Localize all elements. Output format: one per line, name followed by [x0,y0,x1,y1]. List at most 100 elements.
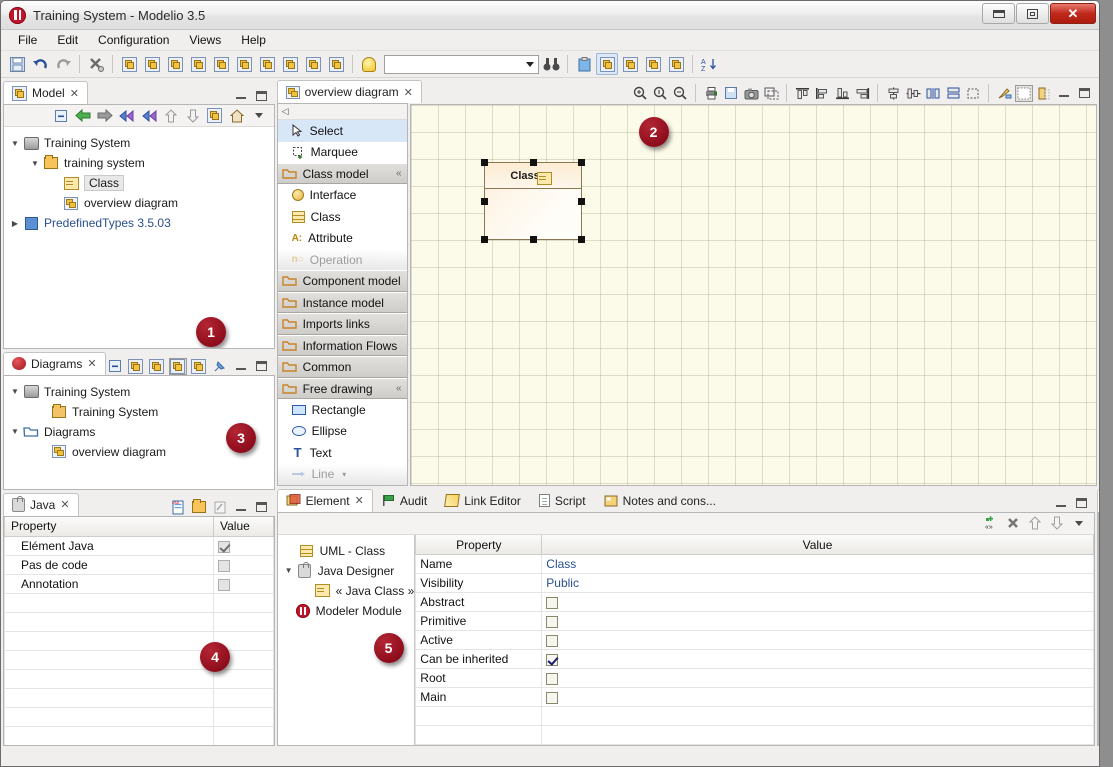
tab-diagrams[interactable]: Diagrams ✕ [3,351,106,375]
fit-size-icon[interactable] [964,85,982,102]
style-brush-icon[interactable] [995,85,1013,102]
previous-icon[interactable] [118,107,136,124]
palette-group-class-model[interactable]: Class model « [277,162,407,185]
palette-group-common[interactable]: Common [277,356,407,378]
expand-arrow-icon[interactable]: ▼ [8,387,22,396]
maximize-view-button[interactable] [253,358,271,375]
property-value[interactable] [541,611,1094,632]
sequence-diagram-icon[interactable] [187,53,209,75]
component-diagram-icon[interactable] [210,53,232,75]
palette-tool-marquee[interactable]: Marquee [278,142,407,163]
tools-icon[interactable] [85,53,107,75]
collapse-chevron-icon[interactable]: « [396,383,407,394]
zoom-in-icon[interactable] [631,85,649,102]
table-row[interactable]: Primitive [415,611,1094,632]
property-value[interactable]: Class [541,554,1094,575]
palette-group-free-drawing[interactable]: Free drawing « [277,377,407,400]
maximize-view-button[interactable] [1073,495,1091,512]
minimize-button[interactable] [982,3,1015,24]
resize-handle-s[interactable] [529,236,537,243]
center-horizontal-icon[interactable] [884,85,902,102]
checkbox[interactable] [218,579,230,592]
maximize-view-button[interactable] [253,499,271,516]
property-value[interactable] [213,574,274,595]
minimize-view-button[interactable] [1052,495,1070,512]
tree-item-overview-diagram[interactable]: overview diagram [4,193,274,213]
home-icon[interactable] [228,107,246,124]
tab-element[interactable]: Element ✕ [276,488,373,512]
clipboard-icon[interactable] [573,53,595,75]
resize-handle-w[interactable] [480,198,488,205]
up-icon[interactable] [162,107,180,124]
close-icon[interactable]: ✕ [404,86,413,99]
palette-tool-rectangle[interactable]: Rectangle [278,399,407,420]
table-row[interactable]: Abstract [415,592,1094,613]
class-diagram-icon[interactable] [279,53,301,75]
select-area-icon[interactable] [762,85,780,102]
table-view-icon[interactable] [665,53,687,75]
undo-icon[interactable] [29,53,51,75]
table-row[interactable]: Root [415,668,1094,689]
restore-button[interactable] [1016,3,1049,24]
add-stereotype-icon[interactable]: «» [982,515,1000,532]
list-flat-icon[interactable] [127,358,145,375]
zoom-100-icon[interactable] [651,85,669,102]
table-row[interactable]: Elément Java [4,536,274,557]
palette-tool-select[interactable]: Select [277,120,407,142]
collapse-all-icon[interactable] [52,107,70,124]
view-menu-icon[interactable] [250,107,268,124]
property-value[interactable] [541,668,1094,689]
palette-tool-class[interactable]: Class [278,206,407,227]
palette-group-imports-links[interactable]: Imports links [277,313,407,335]
chevron-down-icon[interactable]: ▾ [342,470,346,479]
delete-icon[interactable] [1004,515,1022,532]
tree-item-java-class-stereotype[interactable]: « Java Class » [278,581,414,601]
checkbox[interactable] [546,654,559,667]
menu-help[interactable]: Help [232,31,275,49]
align-right-icon[interactable] [853,85,871,102]
expand-arrow-icon[interactable]: ▼ [282,566,296,575]
group-by-icon[interactable] [168,357,187,375]
tree-item-class[interactable]: Class [4,173,274,193]
menu-file[interactable]: File [9,31,46,49]
palette-group-information-flows[interactable]: Information Flows [277,334,407,357]
table-row[interactable]: Annotation [4,574,274,595]
resize-handle-se[interactable] [577,236,585,243]
checkbox[interactable] [546,597,559,610]
search-input[interactable] [384,54,539,74]
close-icon[interactable]: ✕ [87,357,96,370]
resize-handle-sw[interactable] [480,236,488,243]
move-down-icon[interactable] [1048,515,1066,532]
checkbox[interactable] [546,692,559,705]
palette-group-component-model[interactable]: Component model [277,270,407,292]
bulb-icon[interactable] [358,53,380,75]
expand-arrow-icon[interactable]: ▼ [8,427,22,436]
palette-group-instance-model[interactable]: Instance model [277,291,407,314]
close-icon[interactable]: ✕ [70,87,79,100]
expand-arrow-icon[interactable]: ▼ [8,139,22,148]
list-tree-icon[interactable] [148,358,166,375]
move-up-icon[interactable] [1026,515,1044,532]
close-icon[interactable]: ✕ [60,498,69,511]
property-value[interactable] [213,536,274,557]
tab-overview-diagram[interactable]: overview diagram ✕ [276,80,422,104]
tree-item-predefinedtypes[interactable]: ▶ PredefinedTypes 3.5.03 [4,213,274,233]
package-diagram-icon[interactable] [325,53,347,75]
uml-doc-icon[interactable]: UML [169,499,187,516]
maximize-view-button[interactable] [1075,85,1093,102]
align-left-icon[interactable] [813,85,831,102]
tree-item-training-system-package[interactable]: ▼ training system [4,153,274,173]
same-width-icon[interactable] [944,85,962,102]
down-icon[interactable] [184,107,202,124]
next-icon[interactable] [140,107,158,124]
collapse-all-icon[interactable] [106,358,124,375]
tab-symbol[interactable]: Symbol ✕ [1096,489,1099,512]
tab-script[interactable]: Script [530,489,595,512]
table-row[interactable]: Main [415,687,1094,708]
save-icon[interactable] [6,53,28,75]
tab-notes-and-constraints[interactable]: Notes and cons... [595,489,725,512]
properties-view-icon[interactable] [642,53,664,75]
palette-tool-operation[interactable]: n○ Operation [277,248,407,271]
palette-tool-text[interactable]: T Text [278,442,407,463]
same-height-icon[interactable] [924,85,942,102]
